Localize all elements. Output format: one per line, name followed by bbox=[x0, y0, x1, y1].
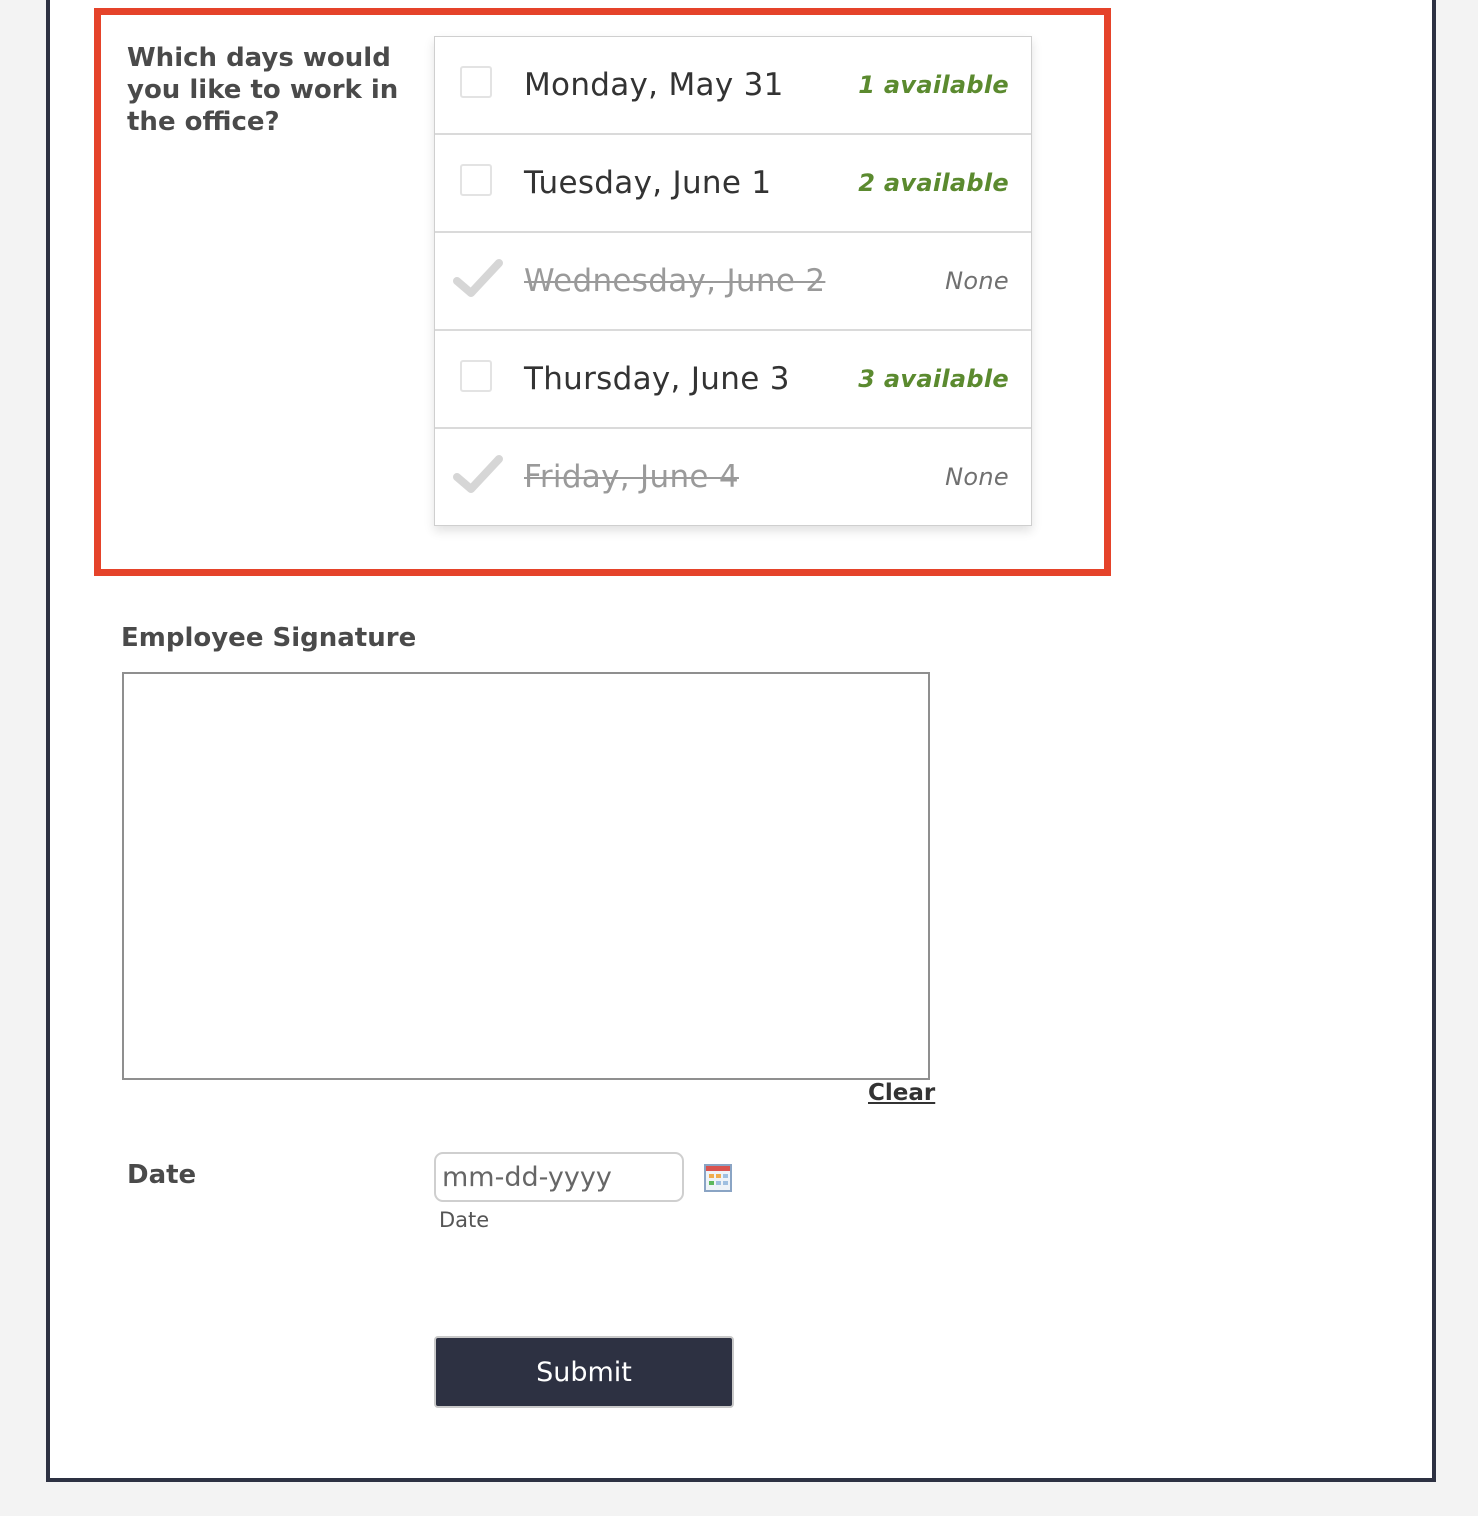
calendar-icon[interactable] bbox=[704, 1164, 732, 1192]
availability-badge: 3 available bbox=[858, 365, 1009, 393]
checkbox[interactable] bbox=[460, 164, 492, 196]
submit-button[interactable]: Submit bbox=[434, 1336, 734, 1408]
checkmark-disabled-icon bbox=[453, 259, 503, 297]
availability-badge: None bbox=[945, 267, 1009, 295]
signature-pad[interactable] bbox=[122, 672, 930, 1080]
question-label: Which days would you like to work in the… bbox=[127, 43, 399, 137]
day-option-monday[interactable]: Monday, May 31 1 available bbox=[435, 37, 1031, 135]
signature-label: Employee Signature bbox=[121, 623, 417, 653]
day-option-label: Thursday, June 3 bbox=[524, 361, 790, 397]
day-option-label: Monday, May 31 bbox=[524, 67, 784, 103]
day-option-wednesday: Wednesday, June 2 None bbox=[435, 233, 1031, 331]
day-option-tuesday[interactable]: Tuesday, June 1 2 available bbox=[435, 135, 1031, 233]
days-checkbox-list: Monday, May 31 1 available Tuesday, June… bbox=[434, 36, 1032, 526]
checkmark-disabled-icon bbox=[453, 455, 503, 493]
clear-signature-link[interactable]: Clear bbox=[868, 1078, 935, 1108]
checkbox[interactable] bbox=[460, 360, 492, 392]
day-option-label: Wednesday, June 2 bbox=[524, 263, 826, 299]
date-label: Date bbox=[127, 1160, 197, 1190]
date-input[interactable] bbox=[434, 1152, 684, 1202]
availability-badge: None bbox=[945, 463, 1009, 491]
availability-badge: 1 available bbox=[858, 71, 1009, 99]
day-option-friday: Friday, June 4 None bbox=[435, 429, 1031, 527]
day-option-label: Friday, June 4 bbox=[524, 459, 739, 495]
day-option-thursday[interactable]: Thursday, June 3 3 available bbox=[435, 331, 1031, 429]
date-sublabel: Date bbox=[439, 1208, 490, 1232]
availability-badge: 2 available bbox=[858, 169, 1009, 197]
day-option-label: Tuesday, June 1 bbox=[524, 165, 772, 201]
checkbox[interactable] bbox=[460, 66, 492, 98]
